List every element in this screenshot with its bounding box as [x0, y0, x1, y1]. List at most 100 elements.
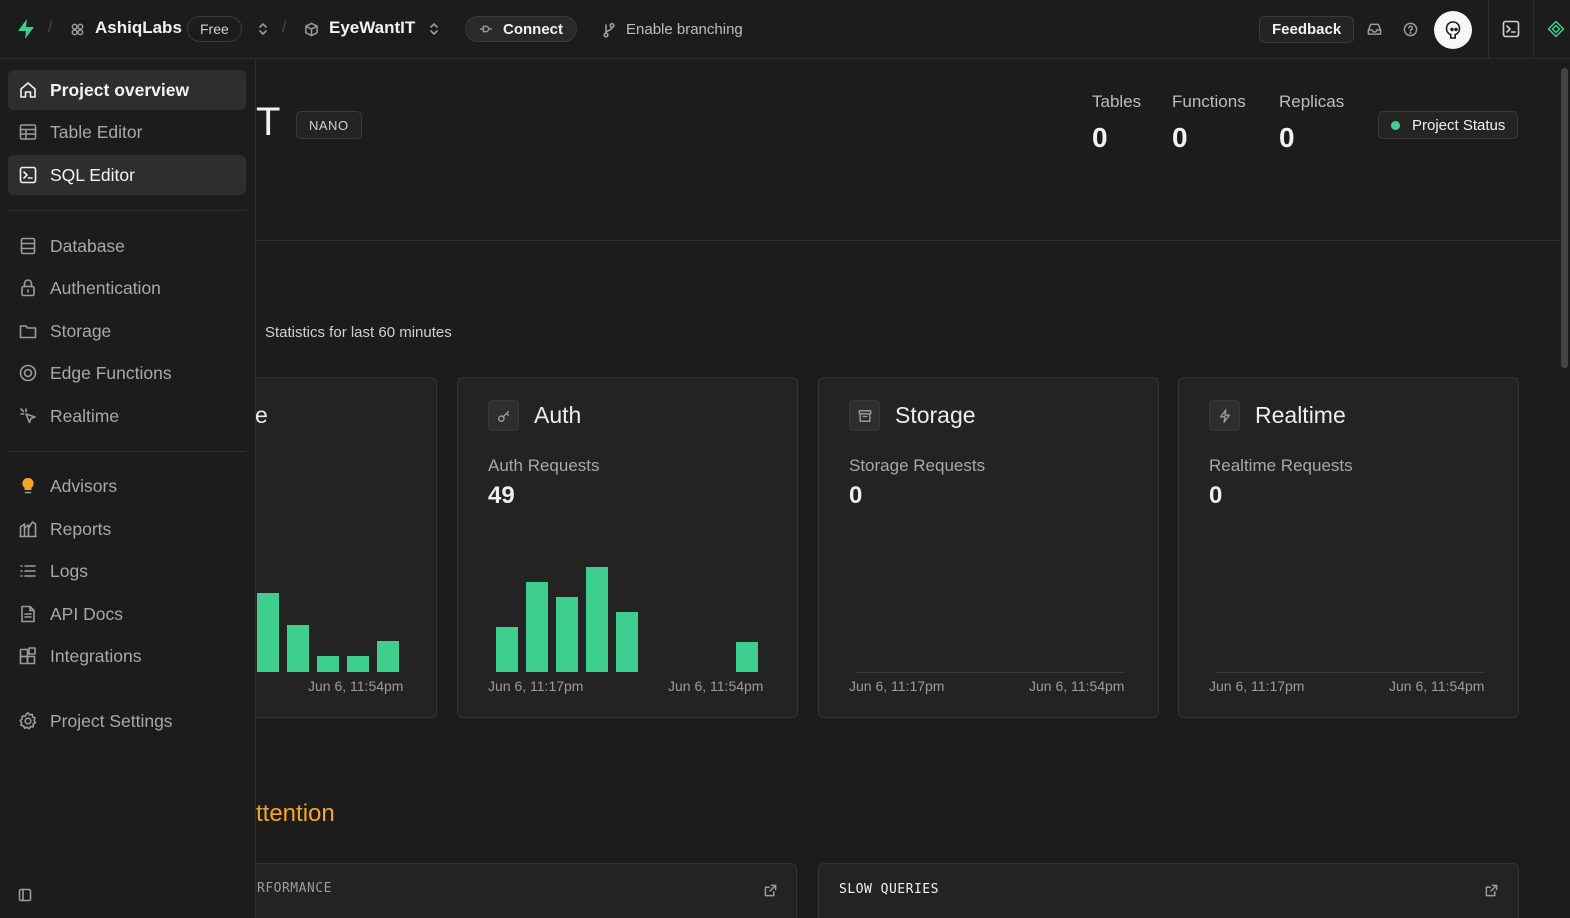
stats-caption: Statistics for last 60 minutes: [265, 324, 452, 341]
terminal-icon[interactable]: [1502, 20, 1520, 38]
sidebar-item-project-overview[interactable]: Project overview: [8, 70, 246, 110]
sidebar-item-label: Advisors: [50, 476, 118, 496]
chart-bar[interactable]: [287, 624, 309, 672]
sidebar-item-reports[interactable]: Reports: [8, 509, 246, 549]
project-status-label: Project Status: [1412, 116, 1506, 134]
sidebar-item-edge-functions[interactable]: Edge Functions: [8, 353, 246, 393]
connect-label: Connect: [503, 20, 563, 38]
chart-baseline: [855, 672, 1125, 673]
database-icon: [20, 237, 36, 255]
header-divider: [256, 240, 1560, 241]
external-link-icon[interactable]: [764, 884, 777, 897]
usage-card-database[interactable]: e Jun 6, 11:54pm: [256, 377, 437, 718]
stat-tables-value: 0: [1092, 122, 1108, 153]
project-name[interactable]: EyeWantIT: [329, 18, 415, 38]
sidebar-item-logs[interactable]: Logs: [8, 551, 246, 591]
stat-tables-label: Tables: [1092, 92, 1142, 111]
card-value: 0: [1209, 482, 1223, 509]
slow-queries-card[interactable]: SLOW QUERIES: [818, 863, 1519, 918]
connect-button[interactable]: Connect: [465, 16, 577, 42]
sidebar-item-authentication[interactable]: Authentication: [8, 268, 246, 308]
chart-date-end: Jun 6, 11:54pm: [1389, 678, 1485, 694]
sidebar-item-table-editor[interactable]: Table Editor: [8, 112, 246, 152]
inbox-icon[interactable]: [1367, 22, 1382, 36]
terminal-icon: [19, 166, 37, 184]
external-link-icon[interactable]: [1485, 884, 1498, 897]
assistant-icon[interactable]: [1547, 20, 1565, 38]
chart-date-end: Jun 6, 11:54pm: [668, 678, 764, 694]
chart-bar[interactable]: [616, 612, 638, 672]
card-subtitle: Auth Requests: [488, 456, 600, 475]
help-icon[interactable]: [1403, 22, 1418, 37]
feedback-label: Feedback: [1272, 21, 1342, 38]
vertical-scrollbar[interactable]: [1560, 60, 1570, 918]
sidebar-item-label: Storage: [50, 321, 112, 341]
stat-functions-label: Functions: [1172, 92, 1246, 111]
sidebar-item-project-settings[interactable]: Project Settings: [8, 701, 246, 741]
project-switcher-chevron-icon[interactable]: [427, 21, 441, 37]
sidebar-item-label: Project Settings: [50, 711, 173, 731]
sidebar-item-realtime[interactable]: Realtime: [8, 396, 246, 436]
sidebar-item-database[interactable]: Database: [8, 226, 246, 266]
project-box-icon: [304, 22, 319, 37]
sidebar-divider: [8, 210, 246, 211]
breadcrumb-separator: /: [48, 19, 53, 36]
archive-icon: [849, 400, 880, 431]
chart-date-start: Jun 6, 11:17pm: [849, 678, 945, 694]
sidebar-item-label: Project overview: [50, 80, 190, 100]
sidebar-item-integrations[interactable]: Integrations: [8, 636, 246, 676]
card-value: 0: [849, 482, 863, 509]
git-branch-icon: [603, 22, 615, 38]
sidebar-item-storage[interactable]: Storage: [8, 311, 246, 351]
supabase-logo-icon[interactable]: [16, 18, 36, 40]
chart-baseline: [1215, 672, 1485, 673]
org-icon: [70, 22, 85, 37]
chart-bar[interactable]: [526, 582, 548, 672]
org-name[interactable]: AshiqLabs: [95, 18, 182, 38]
sidebar-item-label: SQL Editor: [50, 165, 135, 185]
chart-bar[interactable]: [347, 656, 369, 672]
project-status-button[interactable]: Project Status: [1378, 111, 1519, 139]
key-icon: [488, 400, 519, 431]
blocks-icon: [19, 647, 36, 665]
performance-card[interactable]: RFORMANCE: [256, 863, 797, 918]
chart-bar[interactable]: [556, 597, 578, 672]
home-icon: [20, 82, 36, 98]
sidebar-item-api-docs[interactable]: API Docs: [8, 594, 246, 634]
compute-size-badge: NANO: [296, 111, 362, 139]
chart-bar[interactable]: [377, 640, 399, 672]
folder-icon: [19, 325, 37, 339]
table-icon: [19, 124, 37, 140]
sidebar: Project overview Table Editor SQL Editor…: [0, 60, 256, 918]
chart-bar[interactable]: [586, 567, 608, 672]
card-subtitle: Realtime Requests: [1209, 456, 1353, 475]
plug-icon: [480, 25, 492, 33]
sidebar-item-label: Authentication: [50, 278, 161, 298]
slow-queries-card-label: SLOW QUERIES: [839, 882, 939, 897]
enable-branching-button[interactable]: Enable branching: [602, 21, 743, 38]
list-icon: [20, 565, 36, 577]
sidebar-item-sql-editor[interactable]: SQL Editor: [8, 155, 246, 195]
card-value: 49: [488, 482, 515, 509]
feedback-button[interactable]: Feedback: [1259, 16, 1355, 43]
sidebar-item-label: API Docs: [50, 604, 123, 624]
chart-bar[interactable]: [496, 627, 518, 672]
performance-card-label: RFORMANCE: [257, 881, 332, 896]
usage-card-storage[interactable]: Storage Storage Requests 0 Jun 6, 11:17p…: [818, 377, 1159, 718]
card-title: e: [256, 402, 268, 428]
user-avatar[interactable]: [1434, 11, 1472, 49]
org-switcher-chevron-icon[interactable]: [256, 21, 270, 37]
sidebar-item-label: Edge Functions: [50, 363, 172, 383]
sidebar-collapse-icon[interactable]: [18, 888, 32, 907]
scrollbar-thumb[interactable]: [1561, 68, 1568, 368]
chart-bar[interactable]: [257, 593, 279, 672]
usage-card-auth[interactable]: Auth Auth Requests 49 Jun 6, 11:17pm Jun…: [457, 377, 798, 718]
gear-icon: [19, 712, 37, 730]
sidebar-item-advisors[interactable]: Advisors: [8, 466, 246, 506]
chart-bar[interactable]: [736, 642, 758, 672]
usage-card-realtime[interactable]: Realtime Realtime Requests 0 Jun 6, 11:1…: [1178, 377, 1519, 718]
stat-replicas-label: Replicas: [1279, 92, 1345, 111]
globe-icon: [19, 364, 37, 382]
chart-bar[interactable]: [317, 656, 339, 672]
status-dot: [1391, 120, 1400, 130]
